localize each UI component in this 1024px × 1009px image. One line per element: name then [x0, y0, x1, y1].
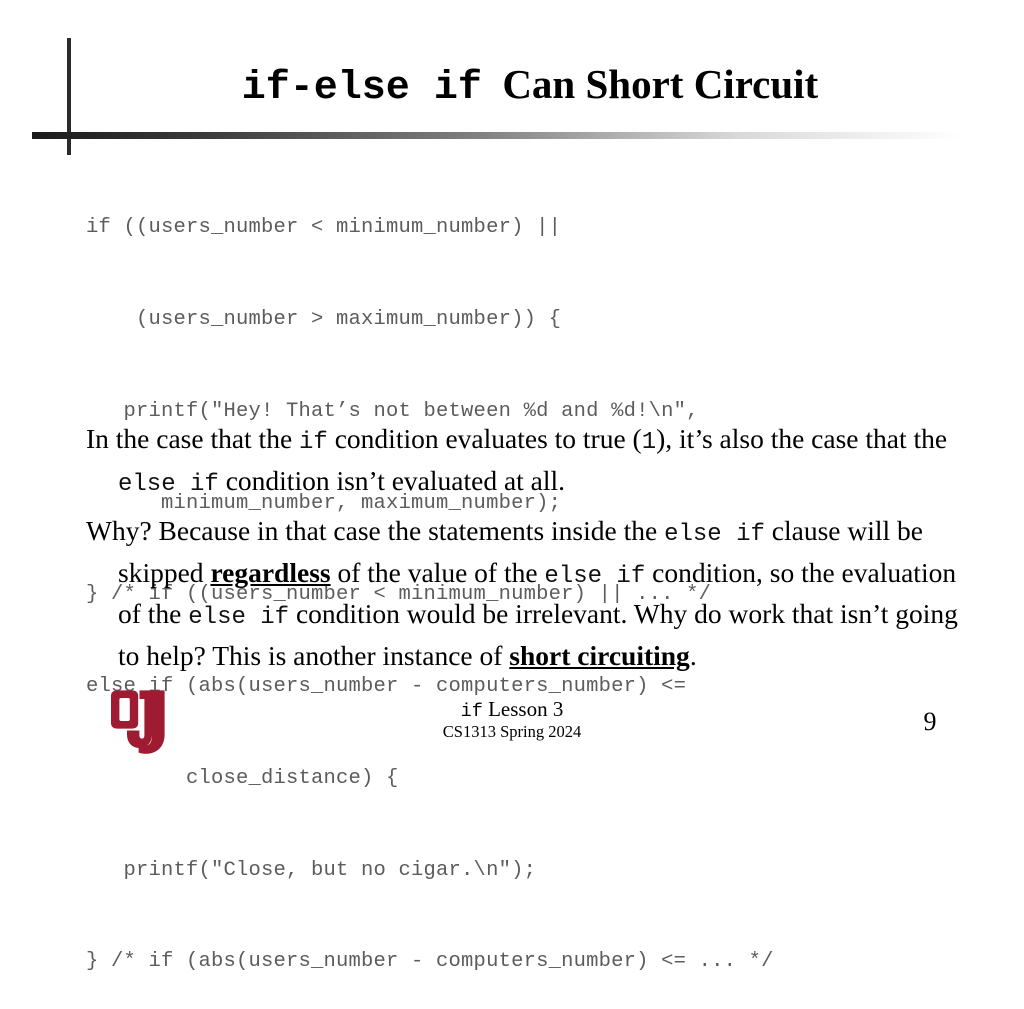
- paragraph-2-emphasis-regardless: regardless: [210, 556, 331, 588]
- paragraph-1-code-3: else if: [118, 470, 219, 498]
- footer-lesson-text: Lesson 3: [482, 697, 564, 721]
- paragraph-1-text-2: condition evaluates to true (: [327, 423, 642, 454]
- paragraph-1-text-1: In the case that the: [86, 423, 300, 454]
- code-line: if ((users_number < minimum_number) ||: [86, 216, 562, 240]
- paragraph-1-code-1: if: [299, 429, 328, 456]
- footer-lesson-code: if: [460, 701, 483, 722]
- page-number: 9: [923, 707, 937, 736]
- code-line: (users_number > maximum_number)) {: [86, 307, 562, 331]
- paragraph-2: Why? Because in that case the statements…: [86, 512, 981, 674]
- paragraph-2-code-1: else if: [664, 521, 765, 548]
- paragraph-1-text-3: ), it’s also the case that the: [656, 423, 948, 454]
- body-content: In the case that the if condition evalua…: [86, 420, 981, 683]
- paragraph-2-code-2: else if: [544, 562, 646, 590]
- paragraph-2-text-3: of the value of the: [330, 556, 545, 588]
- paragraph-2-text-1: Why? Because in that case the statements…: [86, 515, 665, 546]
- header-horizontal-rule: [32, 132, 962, 139]
- footer-lesson-line: if Lesson 3: [0, 697, 1024, 723]
- page-title: if-else if Can Short Circuit: [80, 61, 980, 111]
- paragraph-2-emphasis-short-circuiting: short circuiting: [509, 639, 690, 671]
- code-line: close_distance) {: [86, 766, 399, 790]
- code-line: } /* if (abs(users_number - computers_nu…: [86, 950, 774, 974]
- footer: if Lesson 3 CS1313 Spring 2024: [0, 697, 1024, 741]
- page-title-text-value: Can Short Circuit: [502, 61, 819, 107]
- paragraph-1-code-2: 1: [641, 429, 657, 456]
- paragraph-2-code-3: else if: [188, 604, 290, 631]
- paragraph-2-text-6: .: [689, 639, 697, 671]
- footer-course-line: CS1313 Spring 2024: [442, 721, 582, 741]
- paragraph-1: In the case that the if condition evalua…: [86, 420, 981, 503]
- paragraph-1-text-4: condition isn’t evaluated at all.: [218, 464, 566, 496]
- page-title-code-part: if-else if: [241, 66, 482, 111]
- page-title-text-part: [482, 61, 503, 107]
- code-line: printf("Close, but no cigar.\n");: [86, 858, 537, 882]
